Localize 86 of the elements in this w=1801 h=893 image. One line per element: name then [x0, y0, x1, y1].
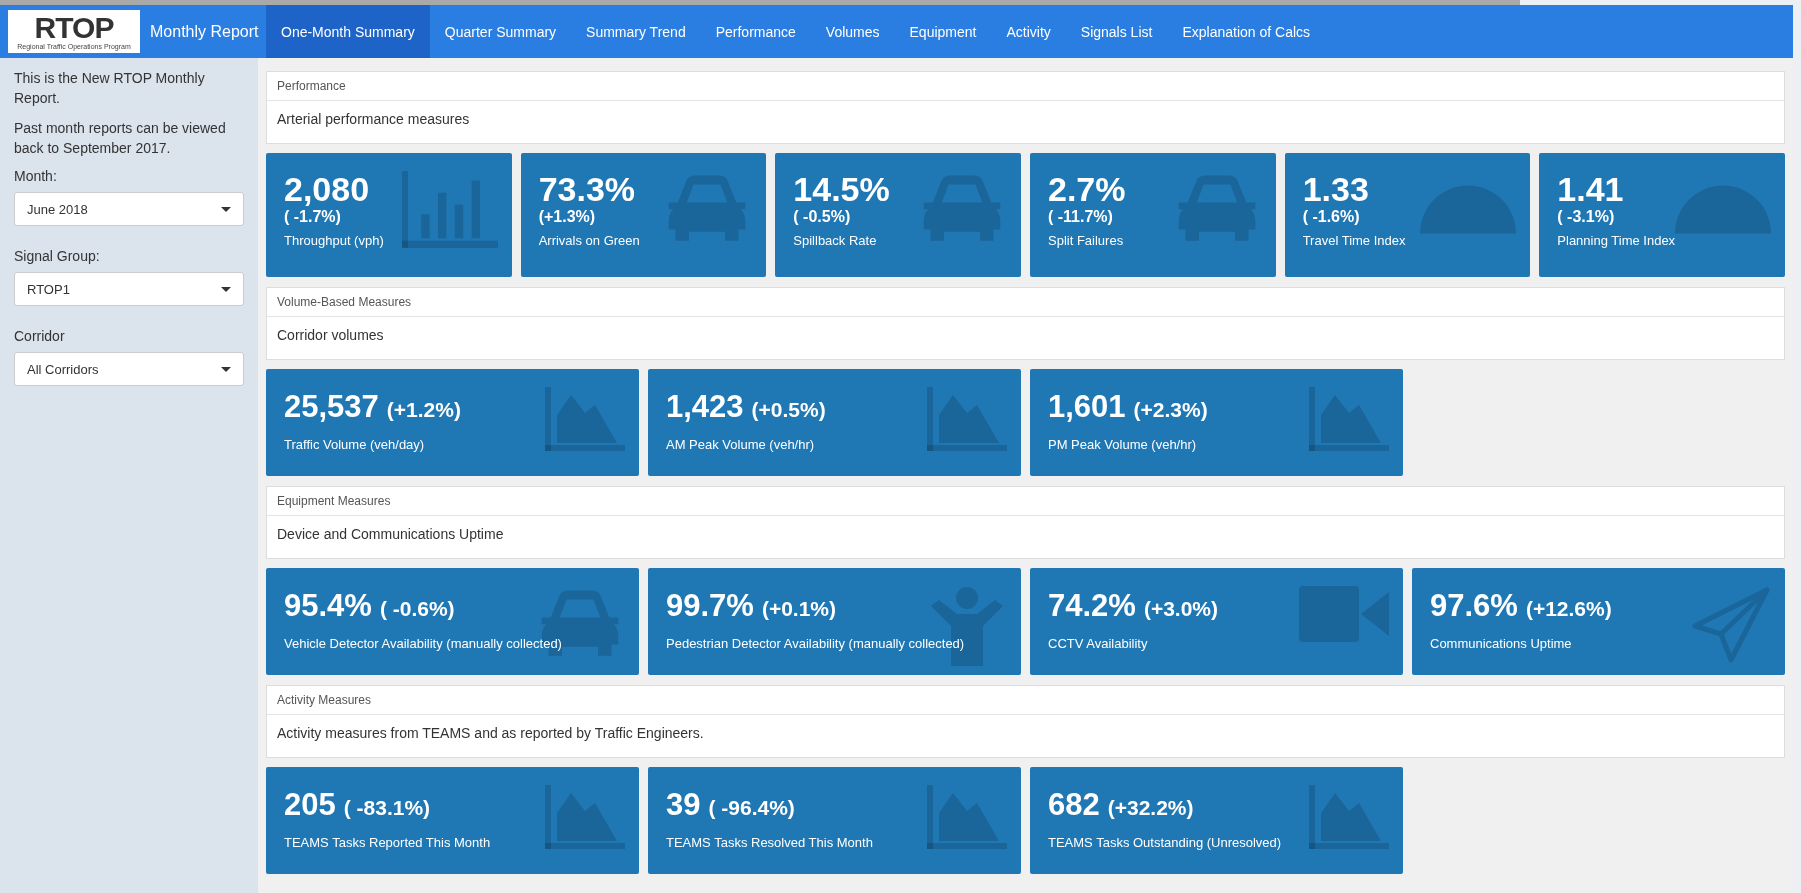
metric-change: ( -11.7%)	[1048, 207, 1114, 227]
metric-change: (+12.6%)	[1525, 597, 1612, 621]
metric-label: Communications Uptime	[1430, 636, 1573, 651]
caret-icon	[221, 366, 231, 372]
metric-change: (+32.2%)	[1107, 796, 1194, 820]
metric-label: PM Peak Volume (veh/hr)	[1048, 437, 1198, 452]
sidebar-text: Past month reports can be viewed back to September 2017.	[14, 119, 227, 158]
nav-tab[interactable]: Signals List	[1065, 5, 1168, 58]
metric-value: 74.2%	[1048, 588, 1136, 624]
area-chart-icon	[545, 387, 625, 451]
metric-value: 95.4%	[284, 588, 372, 624]
metric-label: AM Peak Volume (veh/hr)	[666, 437, 816, 452]
nav-tab[interactable]: Activity	[991, 5, 1066, 58]
area-chart-icon	[545, 785, 625, 849]
metric-change: ( -0.5%)	[793, 207, 852, 227]
metric-value: 2.7%	[1048, 171, 1127, 207]
metric-value: 97.6%	[1430, 588, 1518, 624]
metric-label: Travel Time Index	[1302, 233, 1407, 248]
metric-value: 39	[666, 787, 701, 823]
area-chart-icon	[927, 785, 1007, 849]
field-label: Corridor	[14, 328, 66, 344]
metric-label: CCTV Availability	[1048, 636, 1149, 651]
metric-change: ( -0.6%)	[379, 597, 455, 621]
metric-label: TEAMS Tasks Outstanding (Unresolved)	[1048, 835, 1283, 850]
metric-value: 2,080	[284, 171, 371, 207]
metric-change: (+3.0%)	[1143, 597, 1219, 621]
area-chart-icon	[1309, 387, 1389, 451]
metric-label: TEAMS Tasks Reported This Month	[284, 835, 492, 850]
nav-tab[interactable]: Volumes	[810, 5, 895, 58]
caret-icon	[221, 286, 231, 292]
metric-value: 1,601	[1048, 389, 1126, 425]
nav-tab[interactable]: Explanation of Calcs	[1167, 5, 1326, 58]
section-title: Volume-Based Measures	[267, 288, 1784, 317]
metric-label: Split Failures	[1048, 233, 1125, 248]
metric-value: 1,423	[666, 389, 744, 425]
nav-tab[interactable]: Quarter Summary	[429, 5, 572, 58]
metric-value: 25,537	[284, 389, 379, 425]
metric-value: 682	[1048, 787, 1100, 823]
metric-label: Spillback Rate	[793, 233, 878, 248]
nav-tab[interactable]: Equipment	[894, 5, 992, 58]
nav-tab[interactable]: Performance	[700, 5, 811, 58]
dropdown[interactable]: All Corridors	[14, 352, 244, 386]
metric-value: 14.5%	[793, 171, 891, 207]
app-title: Monthly Report	[150, 22, 259, 41]
metric-value: 73.3%	[538, 171, 637, 207]
metric-change: (+0.1%)	[761, 597, 837, 621]
section-title: Equipment Measures	[267, 487, 1784, 516]
metric-change: ( -3.1%)	[1557, 207, 1616, 227]
metric-value: 205	[284, 787, 336, 823]
metric-label: Traffic Volume (veh/day)	[284, 437, 426, 452]
metric-change: (+1.2%)	[386, 398, 461, 422]
nav-tab[interactable]: Summary Trend	[571, 5, 701, 58]
metric-change: (+1.3%)	[538, 207, 597, 227]
section-description: Activity measures from TEAMS and as reported by Traffic Engineers.	[276, 724, 705, 743]
metric-change: ( -1.7%)	[284, 207, 342, 227]
video-camera-icon	[1299, 586, 1389, 642]
section-description: Corridor volumes	[276, 326, 385, 345]
field-label: Month:	[14, 168, 58, 184]
metric-label: TEAMS Tasks Resolved This Month	[666, 835, 874, 850]
dropdown[interactable]: June 2018	[14, 192, 244, 226]
metric-label: Pedestrian Detector Availability (manually collected)	[666, 636, 966, 651]
paper-plane-icon	[1691, 586, 1771, 666]
section-description: Device and Communications Uptime	[276, 525, 505, 544]
dropdown[interactable]: RTOP1	[14, 272, 244, 306]
metric-change: (+0.5%)	[751, 398, 826, 422]
area-chart-icon	[1309, 785, 1389, 849]
section-title: Activity Measures	[267, 686, 1784, 715]
metric-change: (+2.3%)	[1133, 398, 1208, 422]
metric-label: Vehicle Detector Availability (manually collected)	[284, 636, 563, 651]
sidebar-text: This is the New RTOP Monthly Report.	[14, 69, 206, 108]
metric-label: Planning Time Index	[1557, 233, 1677, 248]
metric-change: ( -96.4%)	[708, 796, 795, 820]
field-label: Signal Group:	[14, 248, 101, 264]
nav-tab[interactable]: One-Month Summary	[266, 5, 430, 58]
metric-change: ( -83.1%)	[343, 796, 431, 820]
metric-value: 1.33	[1302, 171, 1370, 207]
metric-label: Throughput (vph)	[284, 233, 385, 248]
metric-value: 1.41	[1557, 171, 1625, 207]
section-title: Performance	[267, 72, 1784, 101]
bar-chart-icon	[401, 171, 498, 248]
section-description: Arterial performance measures	[276, 110, 471, 129]
metric-label: Arrivals on Green	[538, 233, 641, 248]
caret-icon	[221, 206, 231, 212]
area-chart-icon	[927, 387, 1007, 451]
metric-value: 99.7%	[666, 588, 754, 624]
metric-change: ( -1.6%)	[1302, 207, 1361, 227]
